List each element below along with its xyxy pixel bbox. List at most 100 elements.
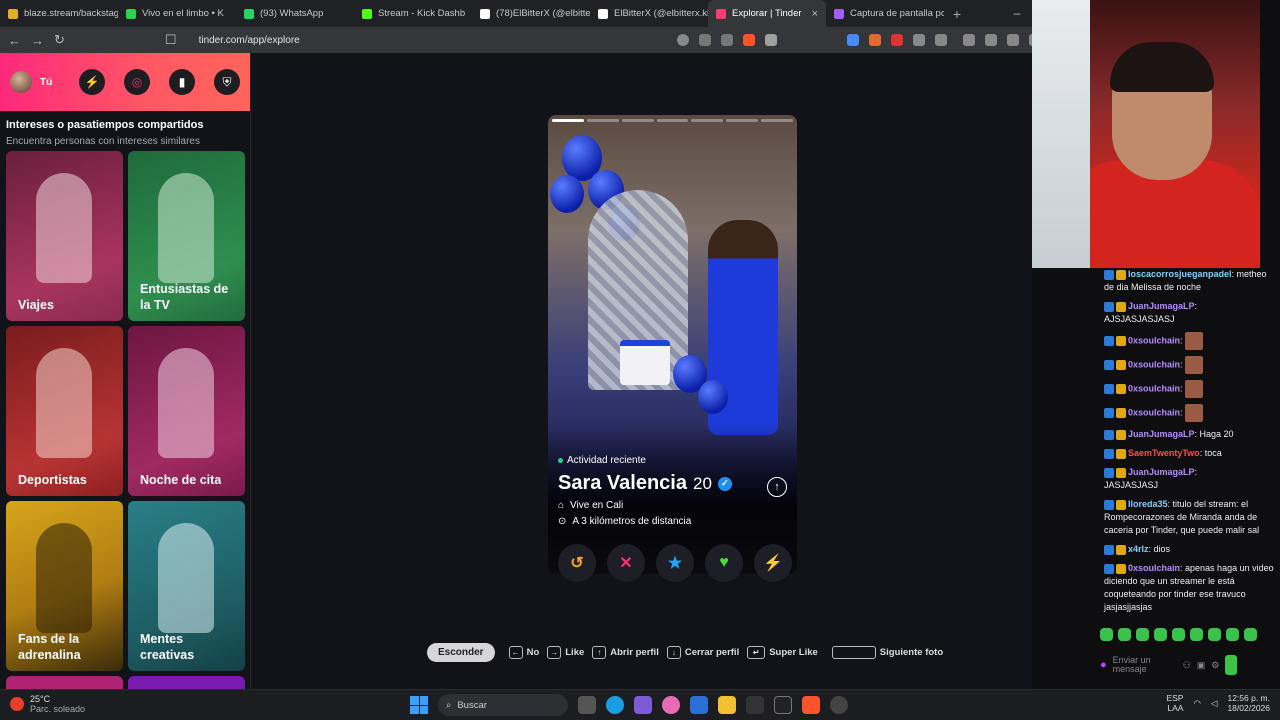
interest-tile[interactable]: Noche de cita bbox=[128, 326, 245, 496]
hide-hints-button[interactable]: Esconder bbox=[427, 643, 495, 662]
translate-icon[interactable] bbox=[846, 34, 859, 46]
location-icon[interactable] bbox=[676, 34, 689, 46]
emote-icon[interactable] bbox=[1244, 628, 1257, 641]
back-icon[interactable]: ← bbox=[8, 33, 21, 48]
interest-tile[interactable]: Fans de la adrenalina bbox=[6, 501, 123, 671]
edge-icon[interactable] bbox=[606, 696, 624, 714]
taskbar-search[interactable]: ⌕ Buscar bbox=[438, 694, 568, 716]
chat-username[interactable]: 0xsoulchain bbox=[1128, 407, 1180, 417]
interest-tile[interactable] bbox=[128, 676, 245, 689]
space-key-icon bbox=[831, 646, 876, 659]
settings-icon[interactable]: ⚙ bbox=[1211, 660, 1219, 671]
profile-card[interactable]: Actividad reciente Sara Valencia 20 ✓ ↑ … bbox=[548, 115, 797, 574]
url-field[interactable]: tinder.com/app/explore bbox=[199, 35, 659, 46]
chat-username[interactable]: 0xsoulchain bbox=[1128, 335, 1180, 345]
tab-favicon-icon bbox=[362, 8, 372, 19]
new-tab-button[interactable]: + bbox=[944, 6, 970, 22]
sidebar-toggle-icon[interactable] bbox=[962, 34, 975, 46]
chat-username[interactable]: SaemTwentyTwo bbox=[1128, 448, 1200, 458]
extension-icon[interactable] bbox=[890, 34, 903, 46]
users-icon[interactable]: ⚇ bbox=[1183, 660, 1191, 671]
like-button[interactable]: ♥ bbox=[705, 544, 743, 582]
chat-username[interactable]: JuanJumagaLP bbox=[1128, 301, 1195, 311]
browser-tab[interactable]: (78)ElBitterX (@elbitterx bbox=[472, 0, 590, 27]
profile-label[interactable]: Tú bbox=[40, 77, 52, 88]
interest-tile[interactable]: Mentes creativas bbox=[128, 501, 245, 671]
browser-tab[interactable]: Vivo en el limbo • K bbox=[118, 0, 236, 27]
compass-icon[interactable]: ◎ bbox=[124, 69, 150, 95]
screenshot-icon[interactable] bbox=[934, 34, 947, 46]
emote-icon[interactable] bbox=[1136, 628, 1149, 641]
panel-icon[interactable] bbox=[1006, 34, 1019, 46]
browser-tab[interactable]: Explorar | Tinder × bbox=[708, 0, 826, 27]
wifi-icon[interactable]: ◠ bbox=[1193, 698, 1200, 708]
open-profile-icon[interactable]: ↑ bbox=[767, 477, 787, 497]
downloads-icon[interactable] bbox=[984, 34, 997, 46]
bookmark-icon[interactable]: ☐ bbox=[165, 32, 177, 48]
taskview-icon[interactable] bbox=[578, 696, 596, 714]
forward-icon[interactable]: → bbox=[31, 33, 44, 48]
chat-username[interactable]: loscacorrosjueganpadel bbox=[1128, 269, 1232, 279]
shield-icon[interactable]: ⛨ bbox=[214, 69, 240, 95]
volume-icon[interactable]: ◁ bbox=[1211, 698, 1218, 708]
interest-tile[interactable]: Viajes bbox=[6, 151, 123, 321]
folder-icon[interactable] bbox=[718, 696, 736, 714]
reload-icon[interactable]: ↻ bbox=[54, 32, 65, 48]
gift-icon[interactable]: ▣ bbox=[1197, 660, 1206, 671]
browser-tab[interactable]: (93) WhatsApp bbox=[236, 0, 354, 27]
terminal-icon[interactable] bbox=[746, 696, 764, 714]
chat-username[interactable]: 0xsoulchain bbox=[1128, 383, 1180, 393]
chat-username[interactable]: x4rlz bbox=[1128, 544, 1149, 554]
rewind-button[interactable]: ↺ bbox=[558, 544, 596, 582]
send-button[interactable] bbox=[1225, 655, 1238, 675]
obs-icon[interactable] bbox=[774, 696, 792, 714]
minimize-button[interactable]: – bbox=[1002, 0, 1032, 27]
chat-username[interactable]: JuanJumagaLP bbox=[1128, 467, 1195, 477]
browser-tab[interactable]: Stream - Kick Dashb bbox=[354, 0, 472, 27]
briefcase-icon[interactable]: ▮ bbox=[169, 69, 195, 95]
tile-photo bbox=[158, 348, 214, 458]
share-icon[interactable] bbox=[720, 34, 733, 46]
app-icon[interactable] bbox=[830, 696, 848, 714]
emote-icon[interactable] bbox=[1154, 628, 1167, 641]
language-indicator[interactable]: ESP LAA bbox=[1166, 693, 1183, 713]
brave-rewards-icon[interactable] bbox=[764, 34, 777, 46]
snipping-icon[interactable] bbox=[634, 696, 652, 714]
install-icon[interactable] bbox=[698, 34, 711, 46]
clock[interactable]: 12:56 p. m. 18/02/2026 bbox=[1227, 693, 1270, 713]
chat-username[interactable]: JuanJumagaLP bbox=[1128, 429, 1195, 439]
chat-input[interactable]: Enviar un mensaje bbox=[1113, 656, 1163, 674]
chat-username[interactable]: 0xsoulchain bbox=[1128, 359, 1180, 369]
copilot-icon[interactable] bbox=[662, 696, 680, 714]
brave-icon[interactable] bbox=[802, 696, 820, 714]
emote-icon[interactable] bbox=[1118, 628, 1131, 641]
bolt-icon[interactable]: ⚡ bbox=[79, 69, 105, 95]
emote-icon[interactable] bbox=[1226, 628, 1239, 641]
nope-button[interactable]: ✕ bbox=[607, 544, 645, 582]
store-icon[interactable] bbox=[690, 696, 708, 714]
browser-tab[interactable]: ElBitterX (@elbitterx.kick bbox=[590, 0, 708, 27]
boost-button[interactable]: ⚡ bbox=[754, 544, 792, 582]
interest-tile[interactable] bbox=[6, 676, 123, 689]
mic-icon[interactable]: ● bbox=[1100, 659, 1107, 671]
weather-widget[interactable]: 25°C Parc. soleado bbox=[10, 694, 85, 714]
emote-icon[interactable] bbox=[1208, 628, 1221, 641]
tab-title: Stream - Kick Dashb bbox=[378, 8, 466, 19]
chat-username[interactable]: lloreda35 bbox=[1128, 499, 1168, 509]
emote-icon[interactable] bbox=[1190, 628, 1203, 641]
puzzle-icon[interactable] bbox=[912, 34, 925, 46]
temperature: 25°C bbox=[30, 694, 51, 704]
close-tab-icon[interactable]: × bbox=[812, 8, 818, 20]
emote-icon[interactable] bbox=[1172, 628, 1185, 641]
interest-tile[interactable]: Deportistas bbox=[6, 326, 123, 496]
avatar[interactable] bbox=[10, 71, 32, 93]
brave-shield-icon[interactable] bbox=[742, 34, 755, 46]
start-icon[interactable] bbox=[410, 696, 428, 714]
super-like-button[interactable]: ★ bbox=[656, 544, 694, 582]
emote-icon[interactable] bbox=[1100, 628, 1113, 641]
interest-tile[interactable]: Entusiastas de la TV bbox=[128, 151, 245, 321]
extension-icon[interactable] bbox=[868, 34, 881, 46]
browser-tab[interactable]: blaze.stream/backstage bbox=[0, 0, 118, 27]
browser-tab[interactable]: Captura de pantalla por bbox=[826, 0, 944, 27]
chat-username[interactable]: 0xsoulchain bbox=[1128, 563, 1180, 573]
